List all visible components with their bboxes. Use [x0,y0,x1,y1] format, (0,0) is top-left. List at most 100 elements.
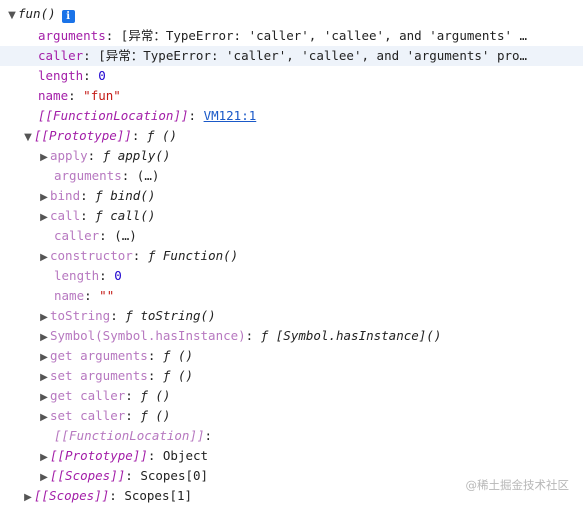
expand-right-icon[interactable]: ▶ [38,388,50,408]
separator: : [99,228,115,243]
property-row[interactable]: length: 0 [38,66,106,86]
property-key: get arguments [50,348,148,363]
separator: : [125,468,141,483]
property-row[interactable]: caller: (…) [54,226,137,246]
function-label: fun() [18,6,56,21]
property-row[interactable]: arguments: (…) [54,166,159,186]
property-value: ƒ toString() [125,308,216,323]
property-row[interactable]: [[FunctionLocation]]: VM121:1 [38,106,256,126]
property-value: [异常：TypeError: 'caller', 'callee', and '… [120,28,528,43]
property-row[interactable]: ▶ set arguments: ƒ () [38,366,193,386]
watermark: @稀土掘金技术社区 [465,478,570,492]
property-key: length [54,268,100,283]
expand-right-icon[interactable]: ▶ [38,448,50,468]
property-key: [[Prototype]] [50,448,148,463]
expand-right-icon[interactable]: ▶ [38,468,50,488]
separator: : [204,428,213,443]
property-key: constructor [50,248,133,263]
property-row[interactable]: ▶ toString: ƒ toString() [38,306,216,328]
property-key: Symbol(Symbol.hasInstance) [50,328,246,343]
property-key: arguments [38,28,106,43]
expand-right-icon[interactable]: ▶ [22,488,34,508]
property-row[interactable]: ▶ apply: ƒ apply() [38,146,170,166]
separator: : [83,48,99,63]
property-row[interactable]: ▶ get arguments: ƒ () [38,346,193,366]
property-row[interactable]: name: "" [54,286,114,306]
separator: : [99,268,115,283]
property-key: toString [50,308,111,323]
property-key: arguments [54,168,122,183]
property-key: set caller [50,408,126,423]
expand-right-icon[interactable]: ▶ [38,188,50,208]
property-key: apply [50,148,88,163]
property-row[interactable]: ▶ set caller: ƒ () [38,406,170,426]
property-row[interactable]: caller: [异常：TypeError: 'caller', 'callee… [0,46,583,66]
separator: : [125,388,141,403]
expand-right-icon[interactable]: ▶ [38,308,50,328]
property-key: length [38,68,84,83]
separator: : [121,168,137,183]
property-value: Object [162,448,209,463]
tree-node-prototype[interactable]: ▼ [[Prototype]]: ƒ () [22,126,177,146]
property-value: [异常：TypeError: 'caller', 'callee', and '… [98,48,528,63]
property-key: set arguments [50,368,148,383]
property-row[interactable]: arguments: [异常：TypeError: 'caller', 'cal… [38,26,527,46]
tree-node-fun[interactable]: ▼ fun() i [6,4,75,24]
property-value[interactable]: (…) [114,228,137,243]
property-value: "" [99,288,115,303]
property-row[interactable]: length: 0 [54,266,122,286]
expand-down-icon[interactable]: ▼ [6,6,18,26]
property-value: ƒ () [146,128,178,143]
separator: : [80,188,96,203]
property-row[interactable]: name: "fun" [38,86,121,106]
property-value: ƒ [Symbol.hasInstance]() [260,328,442,343]
property-value: 0 [114,268,122,283]
property-row[interactable]: ▶ constructor: ƒ Function() [38,246,238,266]
separator: : [125,408,141,423]
property-row[interactable]: ▶ get caller: ƒ () [38,386,170,406]
expand-right-icon[interactable]: ▶ [38,148,50,168]
property-key: [[FunctionLocation]] [38,108,189,123]
separator: : [83,68,99,83]
property-row[interactable]: ▶ bind: ƒ bind() [38,186,155,206]
separator: : [105,28,121,43]
property-value: 0 [98,68,106,83]
property-value: Scopes[0] [140,468,209,483]
property-row[interactable]: [[FunctionLocation]]: [54,426,212,446]
property-key: [[Scopes]] [50,468,126,483]
expand-right-icon[interactable]: ▶ [38,248,50,268]
separator: : [109,488,125,503]
tree-node-prototype-object[interactable]: ▶ [[Prototype]]: Object [38,446,208,466]
expand-down-icon[interactable]: ▼ [22,128,34,148]
property-value: ƒ bind() [95,188,156,203]
separator: : [68,88,84,103]
separator: : [80,208,96,223]
property-key: caller [38,48,84,63]
separator: : [84,288,100,303]
tree-node-scopes[interactable]: ▶ [[Scopes]]: Scopes[1] [22,486,192,506]
property-value: ƒ () [162,368,194,383]
property-value[interactable]: (…) [137,168,160,183]
tree-node-scopes[interactable]: ▶ [[Scopes]]: Scopes[0] [38,466,208,486]
separator: : [131,128,147,143]
info-icon[interactable]: i [61,10,75,23]
separator: : [147,368,163,383]
source-link[interactable]: VM121:1 [204,108,257,123]
property-row[interactable]: ▶ Symbol(Symbol.hasInstance): ƒ [Symbol.h… [38,326,441,346]
property-row[interactable]: ▶ call: ƒ call() [38,206,155,226]
property-value: ƒ () [162,348,194,363]
expand-right-icon[interactable]: ▶ [38,328,50,348]
expand-right-icon[interactable]: ▶ [38,348,50,368]
expand-right-icon[interactable]: ▶ [38,368,50,388]
expand-right-icon[interactable]: ▶ [38,208,50,228]
separator: : [147,348,163,363]
property-value: Scopes[1] [124,488,193,503]
property-key: [[Prototype]] [34,128,132,143]
property-key: caller [54,228,100,243]
property-value: ƒ apply() [102,148,171,163]
expand-right-icon[interactable]: ▶ [38,408,50,428]
property-key: [[Scopes]] [34,488,110,503]
separator: : [132,248,148,263]
property-key: call [50,208,81,223]
property-key: name [54,288,85,303]
